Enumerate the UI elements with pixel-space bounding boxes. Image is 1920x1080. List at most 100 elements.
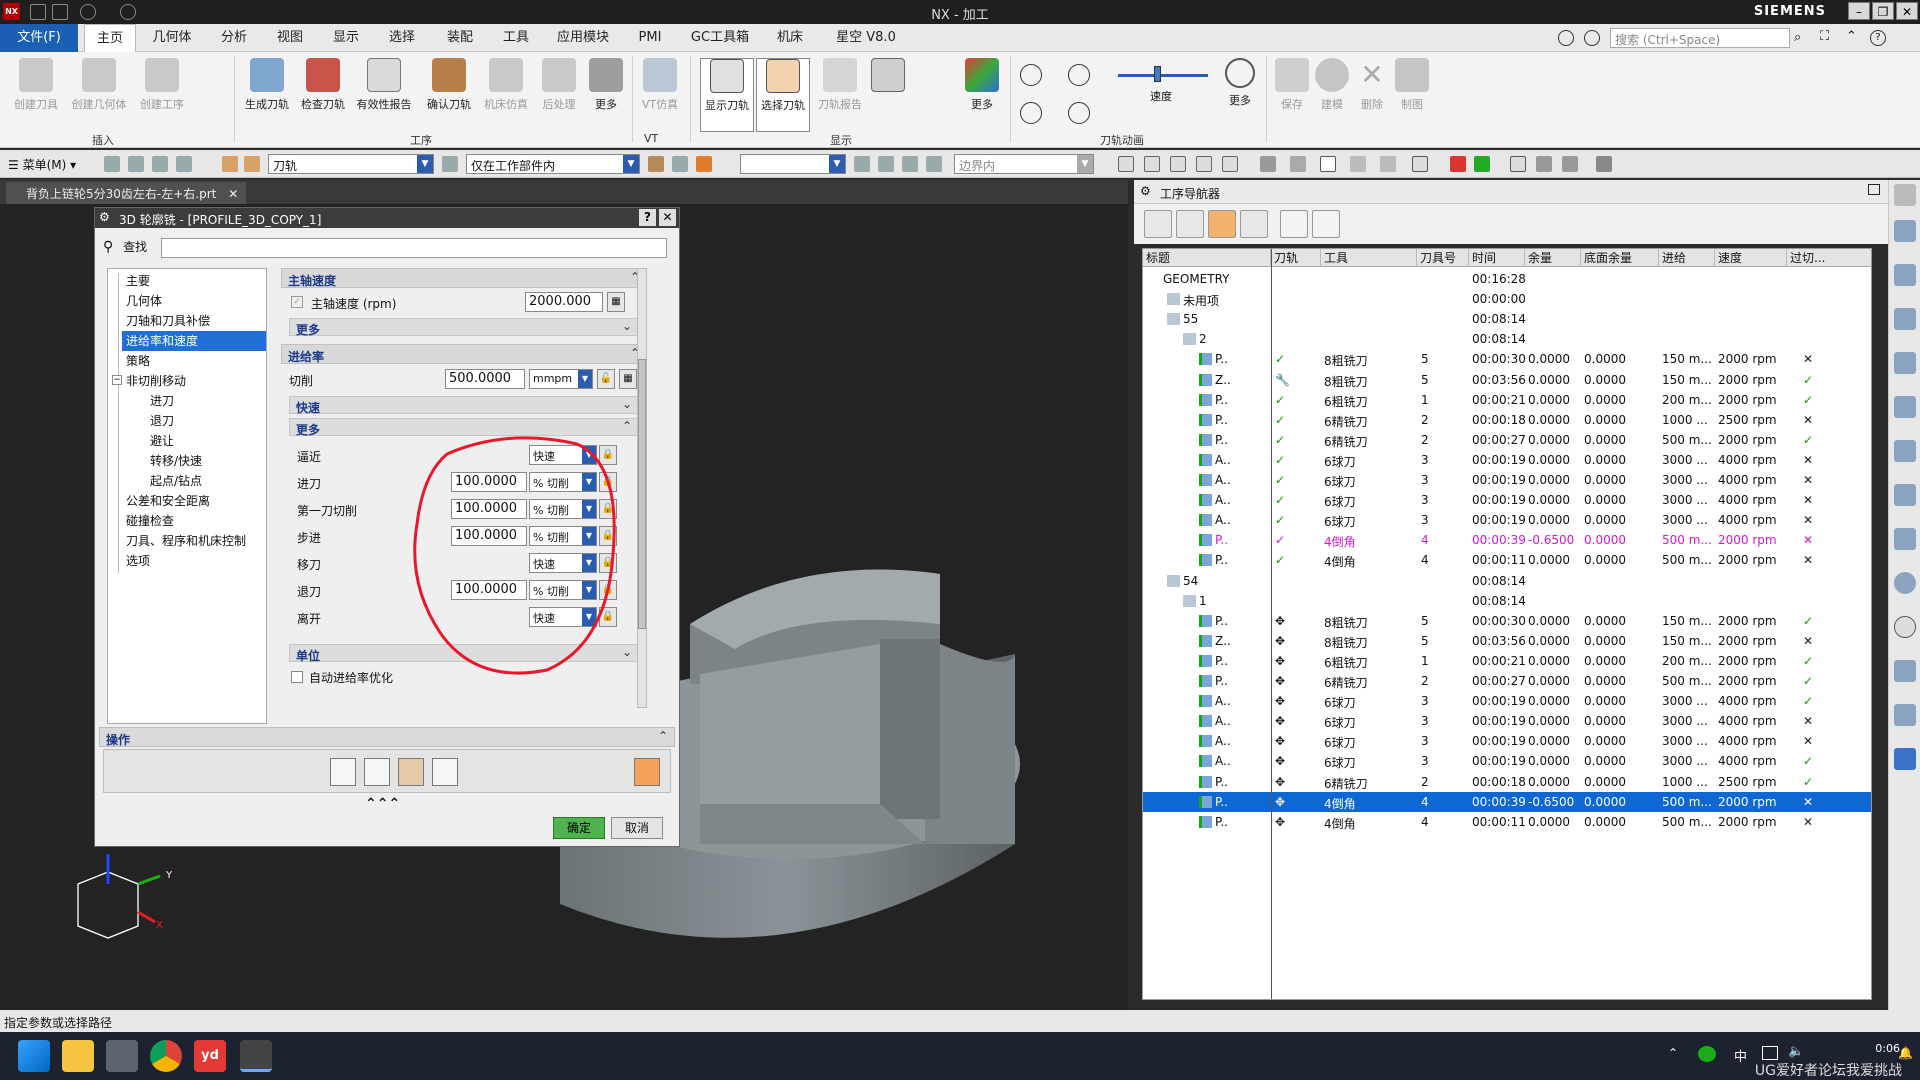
percent-icon[interactable]: [1562, 156, 1578, 172]
navigator-row[interactable]: P.. ✓ 4倒角 4 00:00:39 -0.6500 0.0000 500 m... 200…: [1143, 530, 1871, 550]
deselect-icon[interactable]: [152, 156, 168, 172]
view-fit-icon[interactable]: [1118, 156, 1134, 172]
gear-icon[interactable]: ⚙: [99, 210, 110, 224]
snap-settings-icon[interactable]: [672, 156, 688, 172]
navigator-row[interactable]: P.. ✓ 6粗铣刀 1 00:00:21 0.0000 0.0000 200 m... 200…: [1143, 390, 1871, 410]
pencil-icon[interactable]: [1596, 156, 1612, 172]
previous-frame-icon[interactable]: [1020, 64, 1042, 86]
fullscreen-icon[interactable]: ⛶: [1820, 29, 1829, 44]
process-icon[interactable]: [1894, 528, 1916, 550]
tree-item-tool-axis[interactable]: 刀轴和刀具补偿: [126, 311, 210, 331]
col-time[interactable]: 时间: [1469, 249, 1525, 267]
scrollbar-thumb[interactable]: [638, 359, 646, 629]
scope-select[interactable]: 仅在工作部件内 ▼: [466, 154, 640, 174]
col-stock[interactable]: 余量: [1525, 249, 1581, 267]
create-operation-button[interactable]: 创建工序: [134, 58, 190, 112]
method-view-icon[interactable]: [1240, 210, 1268, 238]
assembly-navigator-icon[interactable]: [1894, 220, 1916, 242]
tree-item-tool-program[interactable]: 刀具、程序和机床控制: [126, 531, 246, 551]
navigator-row[interactable]: P.. ✓ 6精铣刀 2 00:00:18 0.0000 0.0000 1000 ... 250…: [1143, 410, 1871, 430]
navigator-row[interactable]: 55 00:08:14: [1143, 309, 1871, 329]
ok-button[interactable]: 确定: [553, 817, 605, 839]
navigator-row[interactable]: A.. ✥ 6球刀 3 00:00:19 0.0000 0.0000 3000 ... 4000…: [1143, 731, 1871, 751]
col-gouge[interactable]: 过切...: [1787, 249, 1871, 267]
navigator-row[interactable]: A.. ✥ 6球刀 3 00:00:19 0.0000 0.0000 3000 ... 4000…: [1143, 691, 1871, 711]
navigator-row[interactable]: 2 00:08:14: [1143, 329, 1871, 349]
part-navigator-icon[interactable]: [1894, 264, 1916, 286]
path-report-button[interactable]: 刀轨报告: [814, 58, 866, 112]
select-path-button[interactable]: 选择刀轨: [756, 58, 810, 132]
search-icon[interactable]: ⌕: [1794, 30, 1801, 45]
mcs-icon[interactable]: [1510, 156, 1526, 172]
verify-path-button[interactable]: 检查刀轨: [296, 58, 350, 112]
minimize-button[interactable]: –: [1848, 2, 1870, 20]
menu-analysis[interactable]: 分析: [208, 24, 260, 52]
navigator-row[interactable]: 1 00:08:14: [1143, 591, 1871, 611]
snap-point-icon[interactable]: [696, 156, 712, 172]
tree-item-non-cutting[interactable]: 非切削移动: [126, 371, 186, 391]
col-speed[interactable]: 速度: [1715, 249, 1787, 267]
navigator-row[interactable]: A.. ✥ 6球刀 3 00:00:19 0.0000 0.0000 3000 ... 4000…: [1143, 711, 1871, 731]
col-floor-stock[interactable]: 底面余量: [1581, 249, 1659, 267]
find-input[interactable]: [161, 238, 667, 258]
delete-button[interactable]: ✕ 删除: [1352, 58, 1392, 112]
col-feed[interactable]: 进给: [1659, 249, 1715, 267]
remove-object-icon[interactable]: [1312, 210, 1340, 238]
frown-icon[interactable]: [1584, 30, 1600, 46]
feature-navigator-icon[interactable]: [1894, 440, 1916, 462]
filter-icon[interactable]: [442, 156, 458, 172]
boundary-select[interactable]: 边界内 ▼: [954, 154, 1094, 174]
play-icon[interactable]: [1068, 64, 1090, 86]
file-explorer-icon[interactable]: [62, 1040, 94, 1072]
navigator-row[interactable]: P.. ✥ 4倒角 4 00:00:11 0.0000 0.0000 500 m... 2000…: [1143, 812, 1871, 832]
modeling-button[interactable]: 建模: [1312, 58, 1352, 112]
machine-sim-button[interactable]: 机床仿真: [478, 58, 534, 112]
menu-applications[interactable]: 应用模块: [548, 24, 618, 52]
speed-slider-handle[interactable]: [1154, 66, 1161, 82]
system-materials-icon[interactable]: [1894, 704, 1916, 726]
wireframe-icon[interactable]: [1320, 156, 1336, 172]
col-tool[interactable]: 工具: [1321, 249, 1417, 267]
vt-sim-button[interactable]: VT仿真: [638, 58, 682, 112]
view-pan-icon[interactable]: [1170, 156, 1186, 172]
rewind-icon[interactable]: [1020, 102, 1042, 124]
layer-icon[interactable]: [1380, 156, 1396, 172]
feed-section-header[interactable]: 进给率 ⌃: [281, 344, 647, 364]
machine-tool-view-icon[interactable]: [1176, 210, 1204, 238]
navigator-row[interactable]: A.. ✥ 6球刀 3 00:00:19 0.0000 0.0000 3000 ... 4000…: [1143, 751, 1871, 771]
rapid-header[interactable]: 快速 ⌄: [289, 396, 639, 415]
tree-item-geometry[interactable]: 几何体: [126, 291, 162, 311]
navigator-row[interactable]: P.. ✓ 8粗铣刀 5 00:00:30 0.0000 0.0000 150 m... 200…: [1143, 349, 1871, 369]
tree-item-engage[interactable]: 进刀: [150, 391, 174, 411]
settings-icon[interactable]: [1894, 184, 1916, 206]
web-browser-icon[interactable]: [1894, 572, 1916, 594]
select-mode-icon[interactable]: [176, 156, 192, 172]
postprocess-button[interactable]: 后处理: [536, 58, 582, 112]
tree-item-options[interactable]: 选项: [126, 551, 150, 571]
menu-xingkong[interactable]: 星空 V8.0: [826, 24, 906, 52]
smile-icon[interactable]: [1558, 30, 1574, 46]
col-path[interactable]: 刀轨: [1271, 249, 1321, 267]
navigator-row[interactable]: P.. ✥ 6粗铣刀 1 00:00:21 0.0000 0.0000 200 m... 200…: [1143, 651, 1871, 671]
view-orient-icon[interactable]: [1222, 156, 1238, 172]
more-animation-button[interactable]: 更多: [1220, 58, 1260, 108]
navigator-row[interactable]: Z.. ✥ 8粗铣刀 5 00:03:56 0.0000 0.0000 150 m... 200…: [1143, 631, 1871, 651]
chrome-icon[interactable]: [150, 1040, 182, 1072]
navigator-row[interactable]: A.. ✓ 6球刀 3 00:00:19 0.0000 0.0000 3000 ... 4000…: [1143, 450, 1871, 470]
snap-center-icon[interactable]: [902, 156, 918, 172]
select-all-icon[interactable]: [128, 156, 144, 172]
collapse-ribbon-icon[interactable]: ⌃: [1846, 29, 1857, 44]
notification-bell-icon[interactable]: 🔔: [1898, 1046, 1913, 1060]
section-view-icon[interactable]: [1350, 156, 1366, 172]
spindle-section-header[interactable]: 主轴速度 ⌃: [281, 268, 647, 288]
geometry-view-icon[interactable]: [1208, 210, 1236, 238]
speed-slider[interactable]: [1118, 74, 1208, 77]
menu-assembly[interactable]: 装配: [434, 24, 486, 52]
col-title[interactable]: 标题: [1143, 249, 1271, 267]
operation-navigator-icon[interactable]: [1894, 308, 1916, 330]
close-dialog-button[interactable]: ✕: [659, 209, 676, 226]
clip-icon[interactable]: [1412, 156, 1428, 172]
navigator-row[interactable]: A.. ✓ 6球刀 3 00:00:19 0.0000 0.0000 3000 ... 4000…: [1143, 490, 1871, 510]
navigator-row[interactable]: P.. ✓ 4倒角 4 00:00:11 0.0000 0.0000 500 m... 2000…: [1143, 550, 1871, 570]
operations-section-header[interactable]: 操作 ⌃: [99, 727, 675, 747]
